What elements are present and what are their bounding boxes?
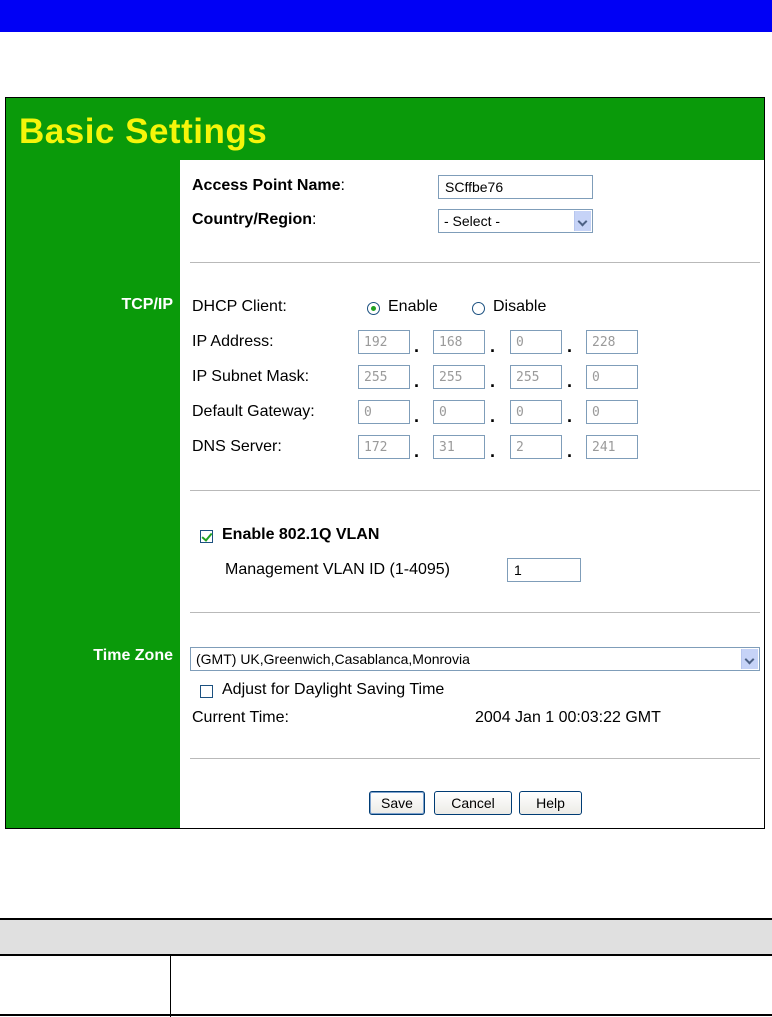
gateway-dot: . <box>414 406 420 426</box>
mask-dot: . <box>414 371 420 391</box>
dns-octet-1[interactable]: 172 <box>358 435 410 459</box>
country-select[interactable]: - Select - <box>438 209 593 233</box>
mgmt-vlan-label: Management VLAN ID (1-4095) <box>225 561 450 578</box>
dns-octet-4[interactable]: 241 <box>586 435 638 459</box>
gateway-label: Default Gateway: <box>192 403 315 420</box>
table-header-row <box>0 918 772 956</box>
vlan-enable-label: Enable 802.1Q VLAN <box>222 526 380 543</box>
dns-dot: . <box>567 441 573 461</box>
gateway-octet-4[interactable]: 0 <box>586 400 638 424</box>
dst-label: Adjust for Daylight Saving Time <box>222 681 445 698</box>
current-time-value: 2004 Jan 1 00:03:22 GMT <box>475 709 661 726</box>
ap-name-label: Access Point Name: <box>192 177 345 194</box>
top-banner <box>0 0 772 32</box>
help-button[interactable]: Help <box>519 791 582 815</box>
ip-address-label: IP Address: <box>192 333 274 350</box>
dns-label: DNS Server: <box>192 438 282 455</box>
ip-dot: . <box>490 336 496 356</box>
timezone-select-value: (GMT) UK,Greenwich,Casablanca,Monrovia <box>196 651 470 667</box>
table-bottom-border <box>0 1014 772 1016</box>
gateway-octet-3[interactable]: 0 <box>510 400 562 424</box>
save-button[interactable]: Save <box>369 791 425 815</box>
gateway-dot: . <box>567 406 573 426</box>
section-label-column: TCP/IP Time Zone <box>6 160 180 828</box>
divider <box>190 490 760 492</box>
dhcp-label: DHCP Client: <box>192 298 287 315</box>
dns-octet-2[interactable]: 31 <box>433 435 485 459</box>
vlan-enable-checkbox[interactable] <box>200 530 213 543</box>
tcpip-section-label: TCP/IP <box>121 296 173 313</box>
mask-octet-3[interactable]: 255 <box>510 365 562 389</box>
ip-octet-1[interactable]: 192 <box>358 330 410 354</box>
divider <box>190 612 760 614</box>
chevron-down-icon[interactable] <box>574 211 591 231</box>
cancel-button[interactable]: Cancel <box>434 791 512 815</box>
gateway-octet-1[interactable]: 0 <box>358 400 410 424</box>
mask-octet-4[interactable]: 0 <box>586 365 638 389</box>
chevron-down-icon[interactable] <box>741 649 758 669</box>
ip-octet-4[interactable]: 228 <box>586 330 638 354</box>
settings-form: Access Point Name: SCffbe76 Country/Regi… <box>180 160 764 828</box>
dst-checkbox[interactable] <box>200 685 213 698</box>
timezone-section-label: Time Zone <box>93 647 173 664</box>
subnet-mask-label: IP Subnet Mask: <box>192 368 310 385</box>
ip-dot: . <box>414 336 420 356</box>
table-column-divider <box>170 956 171 1017</box>
mgmt-vlan-input[interactable]: 1 <box>507 558 581 582</box>
current-time-label: Current Time: <box>192 709 289 726</box>
ap-name-input[interactable]: SCffbe76 <box>438 175 593 199</box>
dhcp-enable-radio[interactable] <box>367 302 380 315</box>
country-label: Country/Region: <box>192 211 317 228</box>
divider <box>190 758 760 760</box>
mask-octet-1[interactable]: 255 <box>358 365 410 389</box>
dns-dot: . <box>490 441 496 461</box>
dns-octet-3[interactable]: 2 <box>510 435 562 459</box>
dhcp-disable-radio[interactable] <box>472 302 485 315</box>
mask-dot: . <box>490 371 496 391</box>
gateway-octet-2[interactable]: 0 <box>433 400 485 424</box>
panel-header: Basic Settings <box>6 98 764 160</box>
dhcp-disable-label: Disable <box>493 298 547 315</box>
dns-dot: . <box>414 441 420 461</box>
gateway-dot: . <box>490 406 496 426</box>
mask-dot: . <box>567 371 573 391</box>
ip-octet-2[interactable]: 168 <box>433 330 485 354</box>
timezone-select[interactable]: (GMT) UK,Greenwich,Casablanca,Monrovia <box>190 647 760 671</box>
page-title: Basic Settings <box>19 112 268 151</box>
ip-octet-3[interactable]: 0 <box>510 330 562 354</box>
country-select-value: - Select - <box>444 213 501 229</box>
ip-dot: . <box>567 336 573 356</box>
divider <box>190 262 760 264</box>
description-table <box>0 918 772 1017</box>
mask-octet-2[interactable]: 255 <box>433 365 485 389</box>
basic-settings-panel: Basic Settings TCP/IP Time Zone Access P… <box>5 97 765 829</box>
dhcp-enable-label: Enable <box>388 298 438 315</box>
